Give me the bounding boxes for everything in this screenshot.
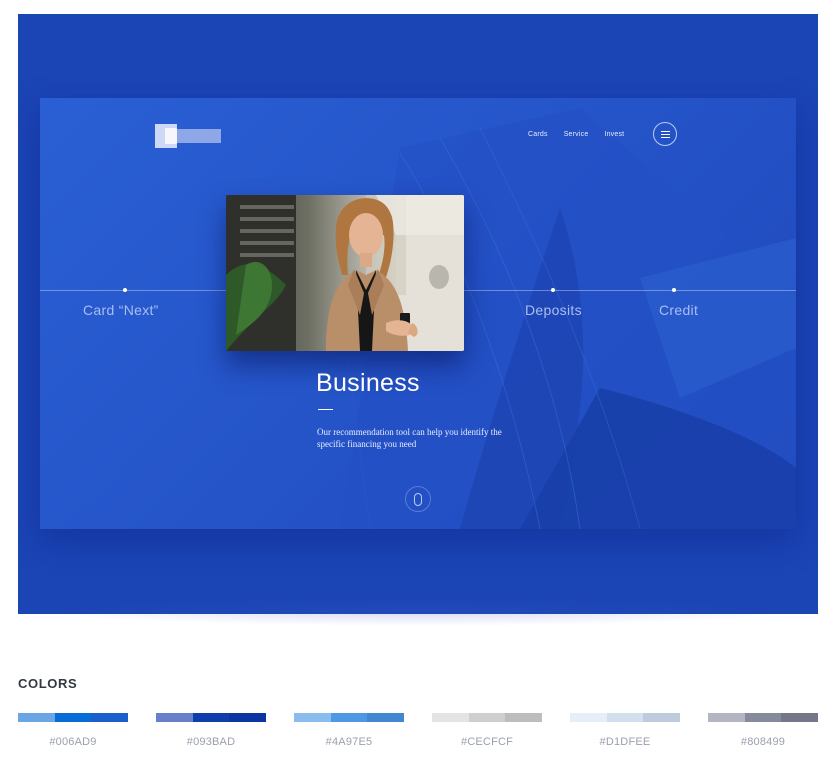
swatch-3-label: #4A97E5 <box>325 736 373 748</box>
swatch-5-label: #D1DFEE <box>599 736 651 748</box>
swatch-5-tint <box>570 713 607 722</box>
hero-description: Our recommendation tool can help you ide… <box>317 427 502 449</box>
swatch-1-tint <box>18 713 55 722</box>
swatch-6-label: #808499 <box>740 736 786 748</box>
swatch-4-label: #CECFCF <box>460 736 514 748</box>
timeline-dot-card-next[interactable] <box>123 288 127 292</box>
swatch-4-tint <box>432 713 469 722</box>
nav-invest[interactable]: Invest <box>604 131 624 138</box>
swatch-3-shade <box>367 713 405 722</box>
swatch-2-base <box>192 713 230 722</box>
website-hero-mockup: Cards Service Invest Card “Next” Deposit… <box>40 98 796 529</box>
nav-cards[interactable]: Cards <box>528 131 548 138</box>
title-divider <box>318 409 333 410</box>
swatch-6-shade <box>781 713 819 722</box>
scroll-mouse-icon[interactable] <box>405 486 431 512</box>
nav-service[interactable]: Service <box>564 131 589 138</box>
swatch-2 <box>156 713 267 722</box>
top-navigation: Cards Service Invest <box>528 131 624 138</box>
timeline-dot-credit[interactable] <box>672 288 676 292</box>
timeline-label-card-next[interactable]: Card “Next” <box>83 302 159 318</box>
swatch-6-base <box>744 713 782 722</box>
swatch-1-shade <box>91 713 129 722</box>
swatch-5-shade <box>643 713 681 722</box>
timeline-dot-deposits[interactable] <box>551 288 555 292</box>
presentation-frame: Cards Service Invest Card “Next” Deposit… <box>18 14 818 614</box>
swatch-1-base <box>54 713 92 722</box>
colors-heading: COLORS <box>18 676 78 691</box>
brand-logo[interactable] <box>155 124 221 148</box>
swatch-3-tint <box>294 713 331 722</box>
swatch-1-label: #006AD9 <box>49 736 97 748</box>
timeline-label-deposits[interactable]: Deposits <box>525 302 582 318</box>
swatch-3-base <box>330 713 368 722</box>
swatch-4-shade <box>505 713 543 722</box>
swatch-6-tint <box>708 713 745 722</box>
hamburger-menu-icon[interactable] <box>653 122 677 146</box>
swatch-5-base <box>606 713 644 722</box>
swatch-1 <box>18 713 129 722</box>
frame-shadow <box>40 596 796 626</box>
hero-title: Business <box>316 369 420 397</box>
swatch-2-tint <box>156 713 193 722</box>
timeline-label-credit[interactable]: Credit <box>659 302 698 318</box>
businesswoman-photo <box>226 195 464 351</box>
swatch-5 <box>570 713 681 722</box>
swatch-3 <box>294 713 405 722</box>
swatch-4 <box>432 713 543 722</box>
swatch-4-base <box>468 713 506 722</box>
swatch-2-label: #093BAD <box>186 736 236 748</box>
swatch-2-shade <box>229 713 267 722</box>
swatch-6 <box>708 713 819 722</box>
